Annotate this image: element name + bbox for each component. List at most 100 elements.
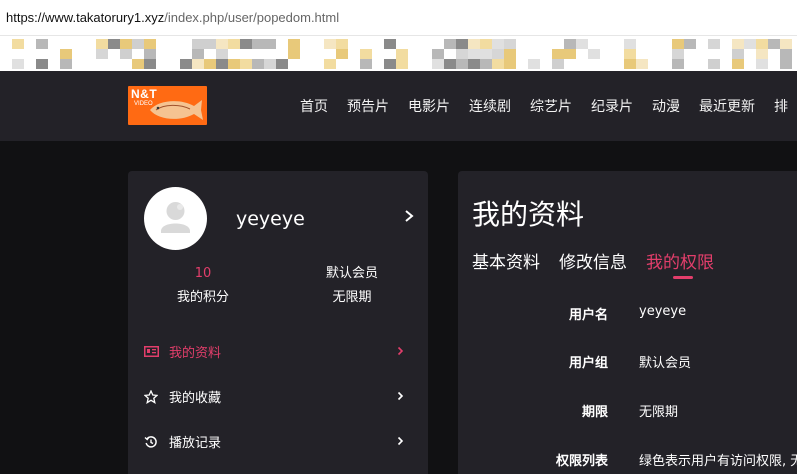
info-value: 绿色表示用户有访问权限, 无 — [639, 454, 797, 469]
nav-anime[interactable]: 动漫 — [652, 96, 680, 116]
nav-trailers[interactable]: 预告片 — [347, 96, 389, 116]
info-key: 权限列表 — [555, 454, 608, 469]
blurred-bookmark-pixel — [144, 59, 156, 69]
bookmarks-bar-blurred — [0, 36, 797, 71]
blurred-bookmark-pixel — [732, 49, 744, 59]
blurred-bookmark-pixel — [12, 59, 24, 69]
blurred-bookmark-pixel — [624, 39, 636, 49]
blurred-bookmark-pixel — [468, 49, 480, 59]
tab-edit-info[interactable]: 修改信息 — [559, 248, 627, 273]
user-placeholder-icon — [161, 202, 190, 233]
blurred-bookmark-pixel — [60, 49, 72, 59]
tab-my-permissions[interactable]: 我的权限 — [646, 248, 714, 279]
info-value: yeyeye — [639, 304, 687, 319]
info-key: 期限 — [581, 405, 608, 420]
blurred-bookmark-pixel — [216, 39, 228, 49]
blurred-bookmark-pixel — [192, 39, 204, 49]
group-value: 默认会员 — [325, 266, 378, 281]
avatar[interactable] — [144, 187, 207, 250]
blurred-bookmark-pixel — [624, 49, 636, 59]
blurred-bookmark-pixel — [780, 39, 792, 49]
url-host: https://www.takatorury1.xyz — [6, 10, 165, 25]
logo-text: N&T — [131, 87, 158, 101]
menu-item-history[interactable]: 播放记录 — [128, 419, 428, 464]
blurred-bookmark-pixel — [360, 49, 372, 59]
main-nav: 首页 预告片 电影片 连续剧 综艺片 纪录片 动漫 最近更新 排 — [300, 71, 797, 141]
blurred-bookmark-pixel — [552, 49, 564, 59]
blurred-bookmark-pixel — [120, 39, 132, 49]
address-bar-url[interactable]: https://www.takatorury1.xyz/index.php/us… — [6, 10, 339, 25]
blurred-bookmark-pixel — [564, 49, 576, 59]
blurred-bookmark-pixel — [492, 39, 504, 49]
blurred-bookmark-pixel — [432, 49, 444, 59]
blurred-bookmark-pixel — [384, 39, 396, 49]
blurred-bookmark-pixel — [120, 49, 132, 59]
chevron-right-icon — [397, 391, 404, 401]
blurred-bookmark-pixel — [564, 39, 576, 49]
user-menu: 我的资料 我的收藏 播放记录 — [128, 329, 428, 464]
blurred-bookmark-pixel — [204, 59, 216, 69]
address-bar[interactable]: https://www.takatorury1.xyz/index.php/us… — [0, 0, 797, 36]
blurred-bookmark-pixel — [756, 39, 768, 49]
blurred-bookmark-pixel — [432, 59, 444, 69]
blurred-bookmark-pixel — [768, 39, 780, 49]
site-logo[interactable]: N&T VIDEO — [128, 86, 207, 125]
chevron-right-icon[interactable] — [404, 209, 414, 223]
tab-basic-info[interactable]: 基本资料 — [472, 248, 540, 273]
id-card-icon — [143, 344, 159, 360]
blurred-bookmark-pixel — [492, 49, 504, 59]
blurred-bookmark-pixel — [732, 59, 744, 69]
menu-item-favorites[interactable]: 我的收藏 — [128, 374, 428, 419]
nav-movies[interactable]: 电影片 — [408, 96, 450, 116]
blurred-bookmark-pixel — [96, 49, 108, 59]
nav-home[interactable]: 首页 — [300, 96, 328, 116]
blurred-bookmark-pixel — [504, 49, 516, 59]
points-label: 我的积分 — [176, 290, 229, 305]
blurred-bookmark-pixel — [264, 59, 276, 69]
chevron-right-icon — [397, 346, 404, 356]
page-title: 我的资料 — [472, 198, 585, 231]
blurred-bookmark-pixel — [468, 39, 480, 49]
blurred-bookmark-pixel — [204, 39, 216, 49]
history-icon — [143, 434, 159, 450]
blurred-bookmark-pixel — [192, 59, 204, 69]
blurred-bookmark-pixel — [228, 59, 240, 69]
blurred-bookmark-pixel — [252, 59, 264, 69]
blurred-bookmark-pixel — [132, 59, 144, 69]
blurred-bookmark-pixel — [240, 59, 252, 69]
blurred-bookmark-pixel — [576, 39, 588, 49]
blurred-bookmark-pixel — [240, 39, 252, 49]
site-header: N&T VIDEO 首页 预告片 电影片 连续剧 综艺片 纪录片 动漫 最近更新… — [0, 71, 797, 141]
blurred-bookmark-pixel — [552, 59, 564, 69]
blurred-bookmark-pixel — [384, 59, 396, 69]
info-row-group: 用户组 默认会员 — [458, 352, 797, 372]
blurred-bookmark-pixel — [12, 39, 24, 49]
info-value: 无限期 — [639, 405, 679, 420]
blurred-bookmark-pixel — [276, 59, 288, 69]
info-value: 默认会员 — [639, 356, 692, 371]
blurred-bookmark-pixel — [228, 39, 240, 49]
url-path: /index.php/user/popedom.html — [164, 10, 340, 25]
group-expiry: 无限期 — [332, 290, 372, 305]
blurred-bookmark-pixel — [396, 49, 408, 59]
blurred-bookmark-pixel — [624, 59, 636, 69]
blurred-bookmark-pixel — [468, 59, 480, 69]
blurred-bookmark-pixel — [744, 39, 756, 49]
blurred-bookmark-pixel — [456, 39, 468, 49]
blurred-bookmark-pixel — [36, 39, 48, 49]
blurred-bookmark-pixel — [708, 39, 720, 49]
nav-documentary[interactable]: 纪录片 — [591, 96, 633, 116]
nav-ranking[interactable]: 排 — [774, 96, 788, 116]
points-value: 10 — [194, 266, 212, 281]
group-stat: 默认会员 无限期 — [292, 266, 412, 306]
blurred-bookmark-pixel — [456, 59, 468, 69]
blurred-bookmark-pixel — [288, 49, 300, 59]
blurred-bookmark-pixel — [360, 59, 372, 69]
blurred-bookmark-pixel — [732, 39, 744, 49]
menu-item-profile[interactable]: 我的资料 — [128, 329, 428, 374]
nav-recent[interactable]: 最近更新 — [699, 96, 755, 116]
nav-variety[interactable]: 综艺片 — [530, 96, 572, 116]
blurred-bookmark-pixel — [780, 59, 792, 69]
nav-series[interactable]: 连续剧 — [469, 96, 511, 116]
info-key: 用户组 — [568, 356, 608, 371]
